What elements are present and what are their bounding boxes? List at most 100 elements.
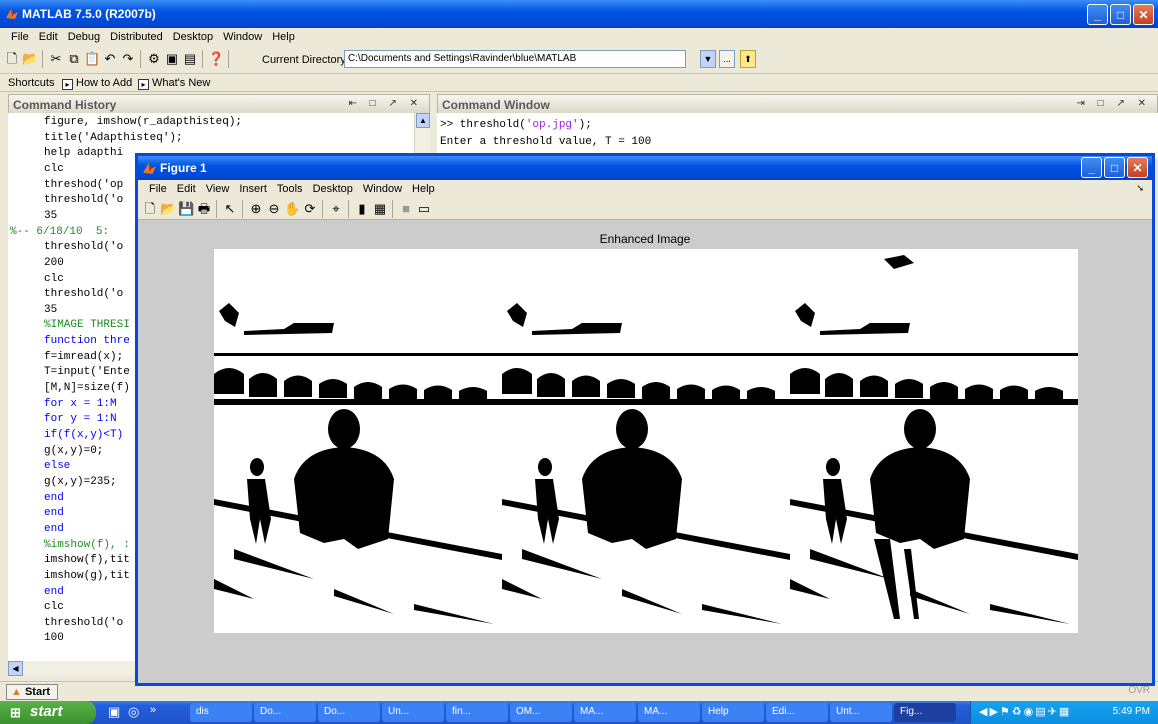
dock-arrow-icon[interactable]: ➘ <box>1136 183 1144 194</box>
menu-help[interactable]: Help <box>267 28 300 43</box>
matlab-title-bar[interactable]: MATLAB 7.5.0 (R2007b) _ □ ✕ <box>0 0 1158 28</box>
figure-title-bar[interactable]: Figure 1 _ □ ✕ <box>138 156 1152 180</box>
redo-icon[interactable]: ↷ <box>120 51 136 67</box>
zoom-in-icon[interactable]: ⊕ <box>248 201 264 217</box>
figure-window[interactable]: Figure 1 _ □ ✕ File Edit View Insert Too… <box>135 153 1155 686</box>
taskbar-item[interactable]: Un... <box>382 703 444 722</box>
history-entry[interactable]: for y = 1:N <box>44 412 117 427</box>
shortcuts-label[interactable]: Shortcuts <box>8 77 54 89</box>
start-button[interactable]: ⊞ start <box>0 701 96 724</box>
paste-icon[interactable]: 📋 <box>84 51 100 67</box>
rotate-icon[interactable]: ⟳ <box>302 201 318 217</box>
history-entry[interactable]: 200 <box>44 256 64 271</box>
legend-icon[interactable]: ▦ <box>372 201 388 217</box>
history-entry[interactable]: f=imread(x); <box>44 350 123 365</box>
new-figure-icon[interactable]: 🗋 <box>142 201 158 217</box>
history-entry[interactable]: threshold('o <box>44 240 123 255</box>
history-entry[interactable]: end <box>44 522 64 537</box>
menu-file[interactable]: File <box>6 28 34 43</box>
fig-menu-desktop[interactable]: Desktop <box>308 180 358 195</box>
history-entry[interactable]: T=input('Ente <box>44 365 130 380</box>
folder-up-button[interactable]: ⬆ <box>740 50 756 68</box>
current-directory-field[interactable]: C:\Documents and Settings\Ravinder\blue\… <box>344 50 686 68</box>
fig-menu-window[interactable]: Window <box>358 180 407 195</box>
figure-minimize-button[interactable]: _ <box>1081 157 1102 178</box>
history-entry[interactable]: 35 <box>44 303 57 318</box>
taskbar-item[interactable]: fin... <box>446 703 508 722</box>
history-entry[interactable]: %imshow(f), : <box>44 538 130 553</box>
history-entry[interactable]: imshow(g),tit <box>44 569 130 584</box>
cut-icon[interactable]: ✂ <box>48 51 64 67</box>
taskbar-item[interactable]: Unt... <box>830 703 892 722</box>
history-entry[interactable]: figure, imshow(r_adapthisteq); <box>44 115 242 130</box>
history-entry[interactable]: [M,N]=size(f) <box>44 381 130 396</box>
menu-edit[interactable]: Edit <box>34 28 63 43</box>
fig-menu-file[interactable]: File <box>144 180 172 195</box>
history-entry[interactable]: help adapthi <box>44 146 123 161</box>
history-entry[interactable]: g(x,y)=235; <box>44 475 117 490</box>
data-cursor-icon[interactable]: ⌖ <box>328 201 344 217</box>
edit-plot-icon[interactable]: ↖ <box>222 201 238 217</box>
history-entry[interactable]: %-- 6/18/10 5: <box>10 225 109 240</box>
history-entry[interactable]: %IMAGE THRESI <box>44 318 130 333</box>
panel-controls[interactable]: ⇥ □ ↗ ✕ <box>1076 98 1151 109</box>
history-entry[interactable]: end <box>44 506 64 521</box>
history-entry[interactable]: clc <box>44 600 64 615</box>
history-entry[interactable]: 35 <box>44 209 57 224</box>
fig-menu-view[interactable]: View <box>201 180 235 195</box>
menu-window[interactable]: Window <box>218 28 267 43</box>
taskbar-item[interactable]: MA... <box>638 703 700 722</box>
figure-close-button[interactable]: ✕ <box>1127 157 1148 178</box>
minimize-button[interactable]: _ <box>1087 4 1108 25</box>
command-window-header[interactable]: Command Window ⇥ □ ↗ ✕ <box>437 94 1158 114</box>
browser-icon[interactable]: ◎ <box>128 704 139 720</box>
taskbar-item[interactable]: OM... <box>510 703 572 722</box>
fig-menu-edit[interactable]: Edit <box>172 180 201 195</box>
taskbar-item[interactable]: dis <box>190 703 252 722</box>
menu-distributed[interactable]: Distributed <box>105 28 168 43</box>
pan-icon[interactable]: ✋ <box>284 201 300 217</box>
figure-maximize-button[interactable]: □ <box>1104 157 1125 178</box>
chevron-down-icon[interactable]: ▼ <box>700 50 716 68</box>
taskbar-item[interactable]: Fig... <box>894 703 956 722</box>
guide-icon[interactable]: ▣ <box>164 51 180 67</box>
hide-plot-tools-icon[interactable]: ■ <box>398 201 414 217</box>
profiler-icon[interactable]: ▤ <box>182 51 198 67</box>
whats-new-shortcut[interactable]: ▸ What's New <box>138 77 210 90</box>
history-entry[interactable]: function thre <box>44 334 130 349</box>
tray-icons[interactable]: ◀▶⚑♻◉▤✈▦ <box>979 705 1071 718</box>
simulink-icon[interactable]: ⚙ <box>146 51 162 67</box>
scroll-left-icon[interactable]: ◀ <box>8 661 23 676</box>
quicklaunch-chevron-icon[interactable]: » <box>150 704 156 716</box>
menu-debug[interactable]: Debug <box>63 28 105 43</box>
fig-menu-insert[interactable]: Insert <box>234 180 272 195</box>
history-entry[interactable]: threshold('o <box>44 616 123 631</box>
command-history-header[interactable]: Command History ⇤ □ ↗ ✕ <box>8 94 430 114</box>
scroll-up-icon[interactable]: ▲ <box>416 113 430 128</box>
new-file-icon[interactable]: 🗋 <box>4 51 20 67</box>
taskbar-item[interactable]: MA... <box>574 703 636 722</box>
close-button[interactable]: ✕ <box>1133 4 1154 25</box>
history-entry[interactable]: clc <box>44 272 64 287</box>
taskbar-item[interactable]: Do... <box>318 703 380 722</box>
history-entry[interactable]: end <box>44 491 64 506</box>
how-to-add-shortcut[interactable]: ▸ How to Add <box>62 77 132 90</box>
history-entry[interactable]: else <box>44 459 70 474</box>
history-entry[interactable]: threshod('op <box>44 178 123 193</box>
taskbar-item[interactable]: Help <box>702 703 764 722</box>
colorbar-icon[interactable]: ▮ <box>354 201 370 217</box>
fig-menu-tools[interactable]: Tools <box>272 180 308 195</box>
history-entry[interactable]: clc <box>44 162 64 177</box>
open-folder-icon[interactable]: 📂 <box>22 51 38 67</box>
fig-menu-help[interactable]: Help <box>407 180 440 195</box>
browse-folder-button[interactable]: ... <box>719 50 735 68</box>
undo-icon[interactable]: ↶ <box>102 51 118 67</box>
history-entry[interactable]: g(x,y)=0; <box>44 444 103 459</box>
history-entry[interactable]: threshold('o <box>44 287 123 302</box>
matlab-start-button[interactable]: ▲ Start <box>6 684 58 700</box>
help-icon[interactable]: ❓ <box>208 51 224 67</box>
history-entry[interactable]: 100 <box>44 631 64 646</box>
history-horizontal-scrollbar[interactable]: ◀ <box>8 661 138 677</box>
save-icon[interactable]: 💾 <box>178 201 194 217</box>
history-entry[interactable]: threshold('o <box>44 193 123 208</box>
